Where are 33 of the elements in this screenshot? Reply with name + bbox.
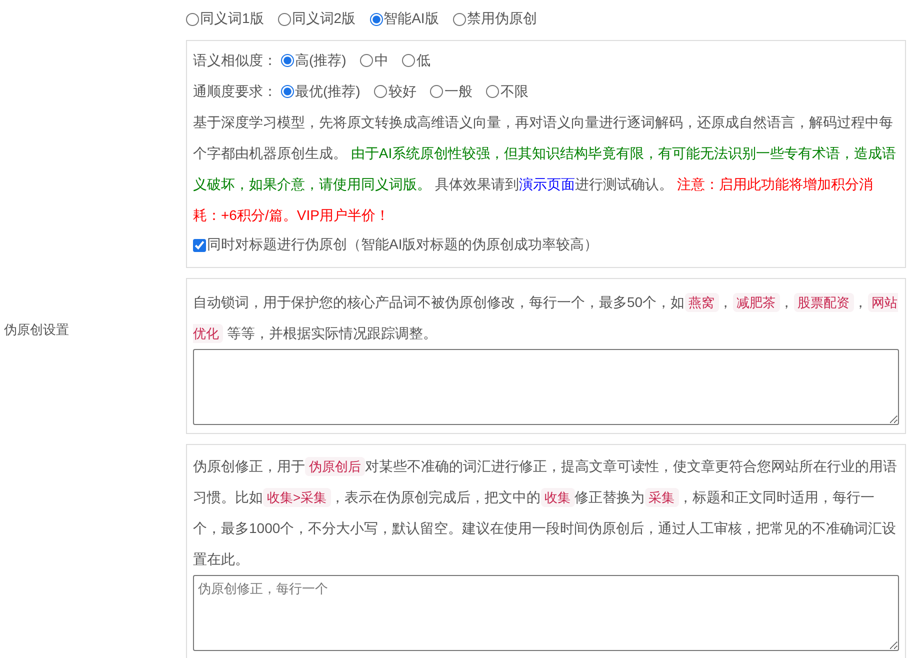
corrections-field[interactable]: 伪原创修正，每行一个 xyxy=(193,575,899,651)
similarity-option-label[interactable]: 低 xyxy=(416,52,430,70)
radio-button[interactable] xyxy=(186,12,199,26)
radio-button[interactable] xyxy=(360,54,374,67)
fluency-option-label[interactable]: 较好 xyxy=(388,82,416,100)
checkbox-label[interactable]: 同时对标题进行伪原创（智能AI版对标题的伪原创成功率较高） xyxy=(207,236,598,254)
radio-button[interactable] xyxy=(452,12,466,26)
lock-words-field[interactable] xyxy=(193,349,899,425)
fluency-option-label[interactable]: 一般 xyxy=(444,82,472,100)
description-text: 基于深度学习模型，先将原文转换成高维语义向量，再对语义向量进行逐词解码，还原成自然语言，解码过程中每个字都由机器原创生成。 由于AI系统原创性较强，但其知识结构毕竟有限，有可能无法识别一些专有术语，造成语义破坏，如果介意，请使用同义词版。 具体效果请到演示页面进行测试确认。 注意：启用此功能将增加积分消耗：+6积分/篇。VIP用户半价！ xyxy=(193,113,898,225)
radio-button[interactable] xyxy=(278,12,291,26)
similarity-option-label[interactable]: 高(推荐) xyxy=(295,52,346,70)
mode-option-label[interactable]: 同义词2版 xyxy=(292,10,356,28)
field-label: 通顺度要求： xyxy=(193,82,277,100)
description-text: 伪原创修正，用于 伪原创后 对某些不准确的词汇进行修正，提高文章可读性，使文章更符合您网站所在行业的用语习惯。比如 收集>采集 ，表示在伪原创完成后，把文中的 收集 修正替换为 采集 ，标题和正文同时适用，每行一个，最多1000个，不分大小写，默认留空。建议在使用一段时间伪原创后，通过人工审核，把常见的不准确词汇设置在此。 xyxy=(193,456,898,569)
demo-page-link[interactable]: 演示页面 xyxy=(518,176,575,192)
mode-option-label[interactable]: 同义词1版 xyxy=(200,10,264,28)
fluency-option-label[interactable]: 最优(推荐) xyxy=(295,82,360,100)
mode-option-label[interactable]: 智能AI版 xyxy=(384,10,439,28)
radio-button[interactable] xyxy=(281,54,294,67)
radio-button[interactable] xyxy=(374,85,388,98)
checkbox[interactable] xyxy=(193,238,206,252)
field-label: 语义相似度： xyxy=(193,52,277,70)
radio-button[interactable] xyxy=(370,12,383,26)
radio-button[interactable] xyxy=(402,54,416,67)
similarity-option-label[interactable]: 中 xyxy=(374,52,388,70)
description-text: 自动锁词，用于保护您的核心产品词不被伪原创修改，每行一个，最多50个，如 燕窝 ， 减肥茶 ， 股票配资 ， 网站优化 等等，并根据实际情况跟踪调整。 xyxy=(193,292,899,345)
radio-button[interactable] xyxy=(486,85,500,98)
radio-button[interactable] xyxy=(430,85,444,98)
radio-button[interactable] xyxy=(281,85,294,98)
section-label: 伪原创设置 xyxy=(3,321,69,339)
fluency-option-label[interactable]: 不限 xyxy=(500,82,528,100)
mode-option-label[interactable]: 禁用伪原创 xyxy=(466,10,537,28)
